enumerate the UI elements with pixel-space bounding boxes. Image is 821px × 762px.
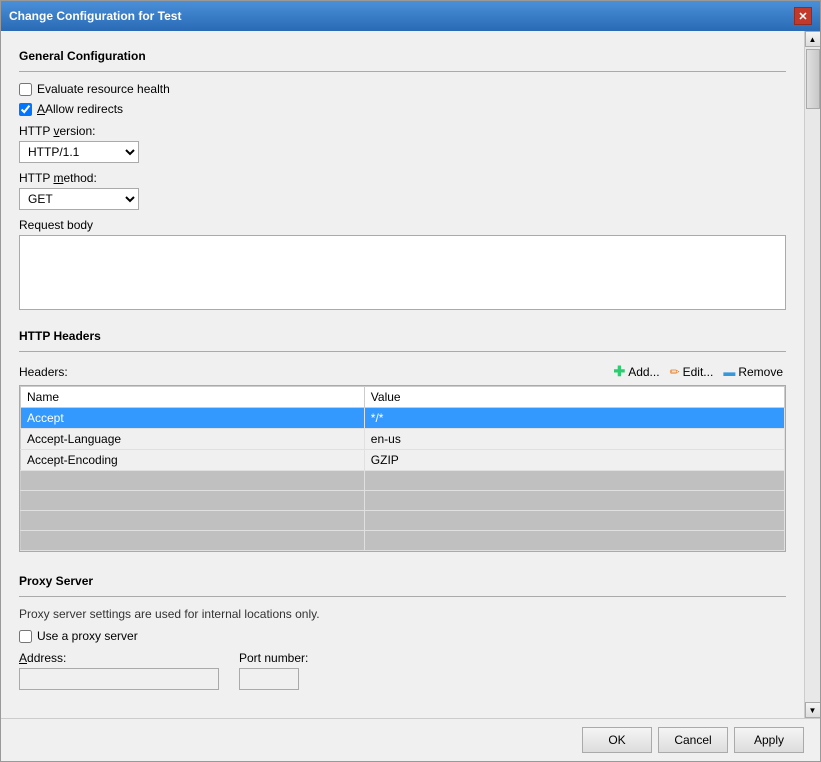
header-name-cell: Accept — [21, 408, 365, 429]
port-input[interactable] — [239, 668, 299, 690]
header-name-cell: Accept-Language — [21, 429, 365, 450]
table-row[interactable]: Accept-Languageen-us — [21, 429, 785, 450]
header-value-cell: */* — [364, 408, 784, 429]
request-body-textarea[interactable] — [19, 235, 786, 310]
remove-icon: ▬ — [723, 365, 735, 379]
empty-table-row — [21, 511, 785, 531]
table-row[interactable]: Accept*/* — [21, 408, 785, 429]
http-method-select[interactable]: GET POST PUT DELETE HEAD — [19, 188, 139, 210]
headers-divider — [19, 351, 786, 352]
use-proxy-checkbox[interactable] — [19, 630, 32, 643]
allow-redirects-label: AAllow redirects — [37, 102, 123, 116]
address-input[interactable] — [19, 668, 219, 690]
proxy-server-title: Proxy Server — [19, 574, 786, 588]
proxy-fields: Address: Port number: — [19, 651, 786, 690]
dialog-content: General Configuration Evaluate resource … — [1, 31, 820, 718]
edit-btn-label: Edit... — [683, 365, 714, 379]
scrollbar-track: ▲ ▼ — [804, 31, 820, 718]
headers-table-wrapper: Name Value Accept*/*Accept-Languageen-us… — [19, 385, 786, 552]
apply-button[interactable]: Apply — [734, 727, 804, 753]
general-divider — [19, 71, 786, 72]
empty-table-row — [21, 471, 785, 491]
empty-table-row — [21, 531, 785, 551]
allow-redirects-row: AAllow redirects — [19, 102, 786, 116]
evaluate-resource-checkbox[interactable] — [19, 83, 32, 96]
http-headers-section: HTTP Headers Headers: ✚ Add... ✏ Edit... — [19, 329, 786, 552]
http-version-label: HTTP version: — [19, 124, 786, 138]
scroll-up-button[interactable]: ▲ — [805, 31, 821, 47]
dialog-footer: OK Cancel Apply — [1, 718, 820, 761]
scroll-down-button[interactable]: ▼ — [805, 702, 821, 718]
proxy-description: Proxy server settings are used for inter… — [19, 607, 786, 621]
remove-header-button[interactable]: ▬ Remove — [720, 364, 786, 380]
add-icon: ✚ — [613, 363, 625, 380]
address-field: Address: — [19, 651, 219, 690]
close-button[interactable]: ✕ — [794, 7, 812, 25]
ok-button[interactable]: OK — [582, 727, 652, 753]
scrollbar-thumb[interactable] — [806, 49, 820, 109]
main-scroll-area: General Configuration Evaluate resource … — [1, 31, 804, 718]
request-body-label: Request body — [19, 218, 786, 232]
add-btn-label: Add... — [628, 365, 659, 379]
general-config-section: General Configuration Evaluate resource … — [19, 49, 786, 317]
edit-header-button[interactable]: ✏ Edit... — [667, 364, 717, 380]
header-name-cell: Accept-Encoding — [21, 450, 365, 471]
evaluate-resource-label: Evaluate resource health — [37, 82, 170, 96]
port-field: Port number: — [239, 651, 308, 690]
empty-table-row — [21, 491, 785, 511]
address-label: Address: — [19, 651, 219, 665]
http-version-dropdown-row: HTTP/1.1 HTTP/1.0 HTTP/2.0 — [19, 141, 786, 163]
table-row[interactable]: Accept-EncodingGZIP — [21, 450, 785, 471]
header-actions: ✚ Add... ✏ Edit... ▬ Remove — [610, 362, 786, 381]
edit-icon: ✏ — [670, 365, 680, 379]
header-value-cell: en-us — [364, 429, 784, 450]
col-value-header: Value — [364, 387, 784, 408]
header-value-cell: GZIP — [364, 450, 784, 471]
add-header-button[interactable]: ✚ Add... — [610, 362, 662, 381]
http-headers-title: HTTP Headers — [19, 329, 786, 343]
proxy-divider — [19, 596, 786, 597]
use-proxy-row: Use a proxy server — [19, 629, 786, 643]
remove-btn-label: Remove — [738, 365, 783, 379]
general-config-title: General Configuration — [19, 49, 786, 63]
headers-label: Headers: — [19, 365, 68, 379]
use-proxy-label: Use a proxy server — [37, 629, 138, 643]
http-method-dropdown-row: GET POST PUT DELETE HEAD — [19, 188, 786, 210]
col-name-header: Name — [21, 387, 365, 408]
port-label: Port number: — [239, 651, 308, 665]
allow-redirects-checkbox[interactable] — [19, 103, 32, 116]
headers-toolbar: Headers: ✚ Add... ✏ Edit... ▬ Remove — [19, 362, 786, 381]
table-header-row: Name Value — [21, 387, 785, 408]
http-method-label: HTTP method: — [19, 171, 786, 185]
dialog: Change Configuration for Test ✕ General … — [0, 0, 821, 762]
headers-table: Name Value Accept*/*Accept-Languageen-us… — [20, 386, 785, 551]
http-version-select[interactable]: HTTP/1.1 HTTP/1.0 HTTP/2.0 — [19, 141, 139, 163]
evaluate-resource-row: Evaluate resource health — [19, 82, 786, 96]
dialog-title: Change Configuration for Test — [9, 9, 181, 23]
proxy-server-section: Proxy Server Proxy server settings are u… — [19, 566, 786, 690]
title-bar: Change Configuration for Test ✕ — [1, 1, 820, 31]
cancel-button[interactable]: Cancel — [658, 727, 728, 753]
